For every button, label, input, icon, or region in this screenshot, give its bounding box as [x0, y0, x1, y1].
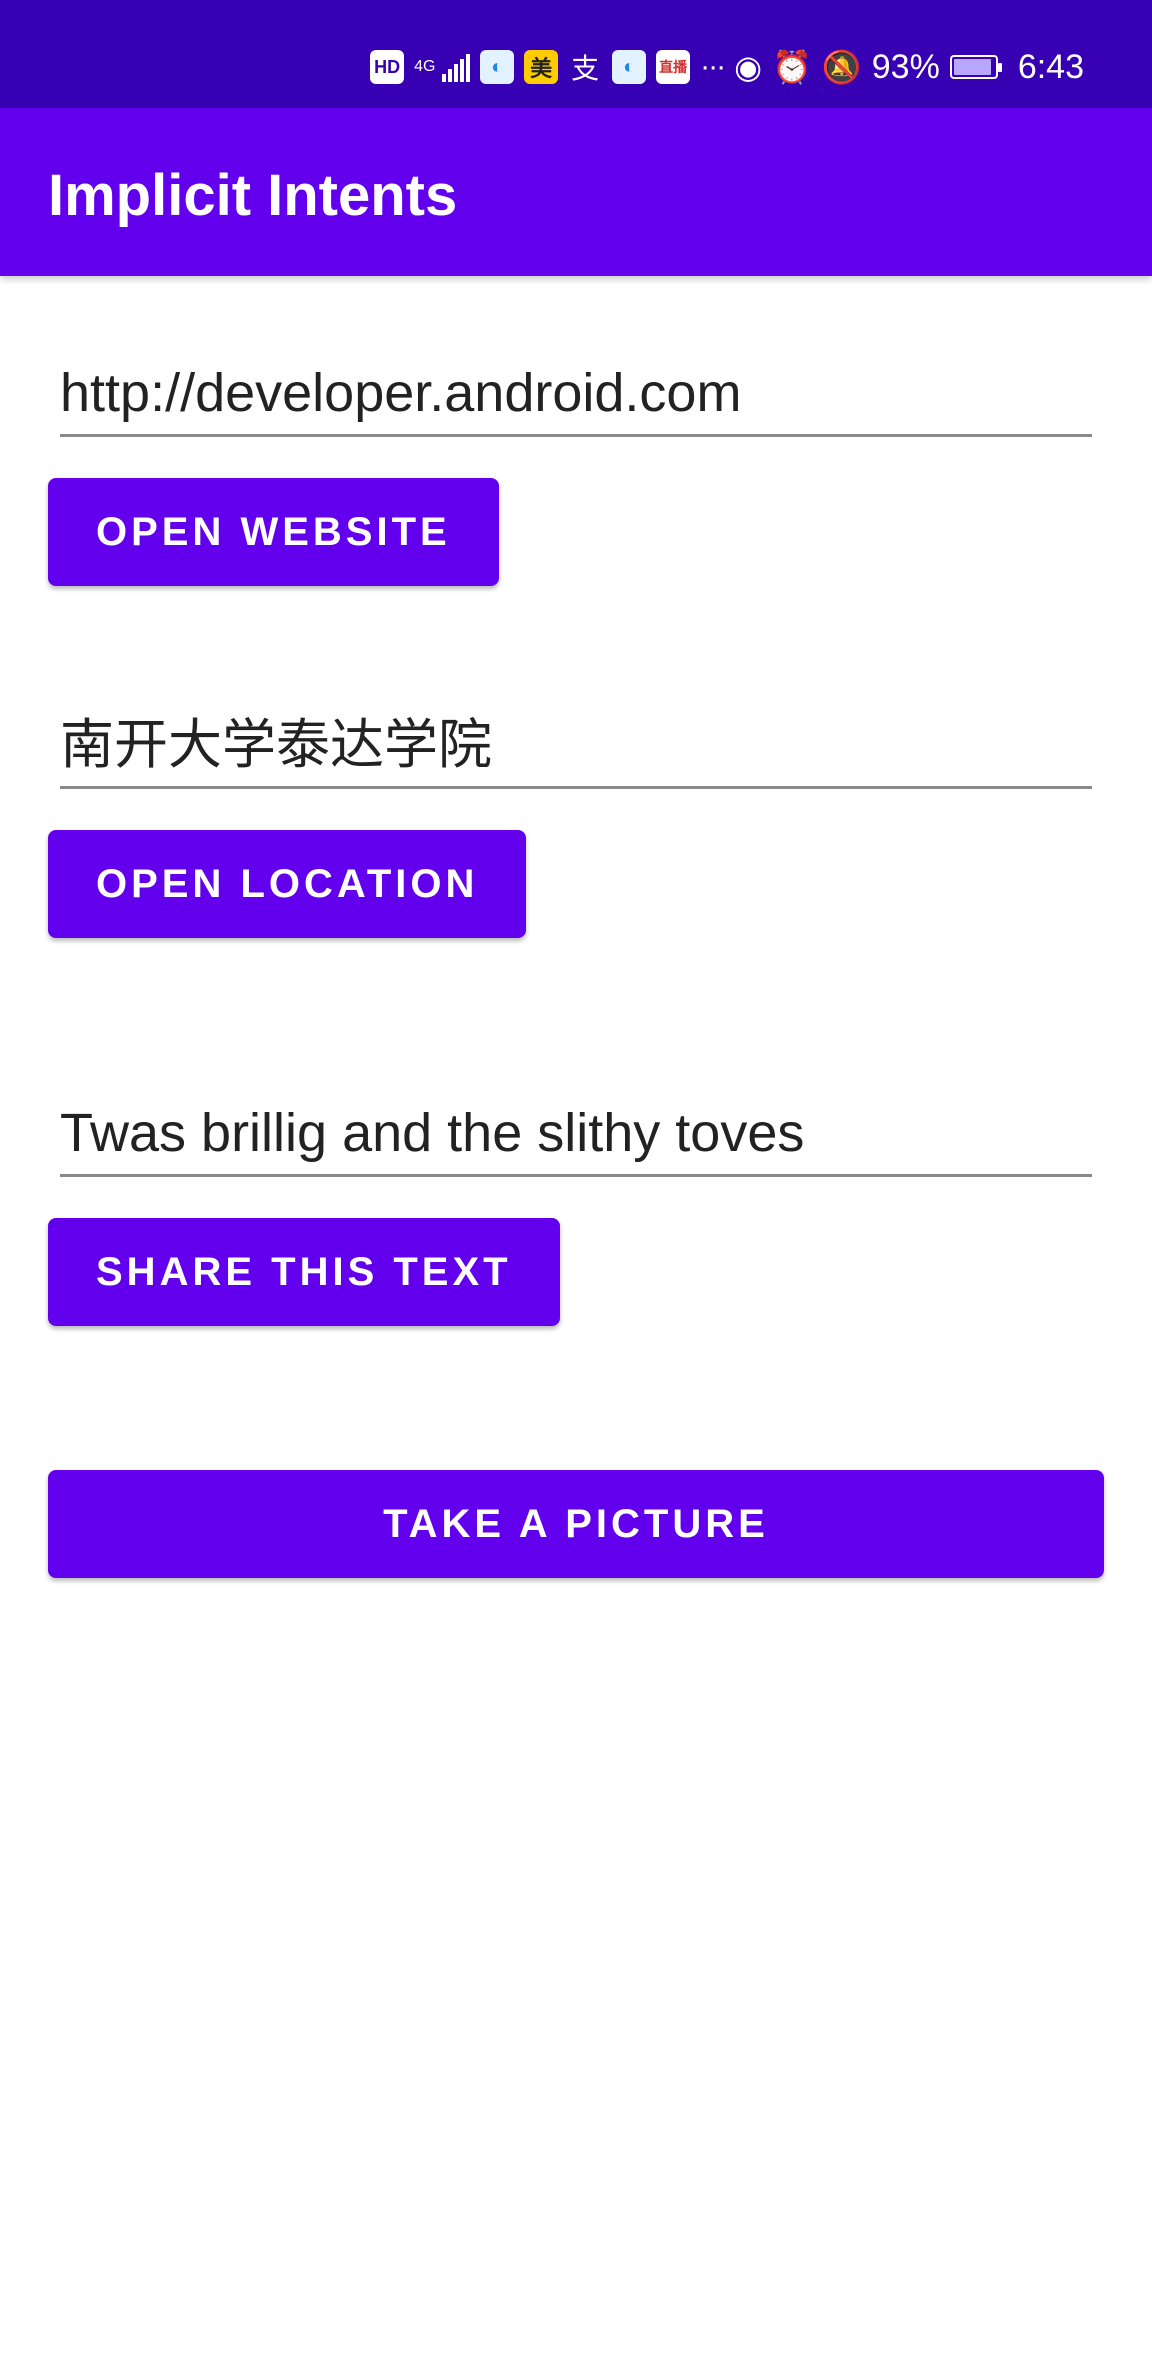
website-input[interactable] [60, 358, 1092, 428]
battery-icon [949, 55, 1002, 79]
signal-strength-icon [442, 52, 471, 82]
silent-bell-icon: 🔕 [821, 49, 862, 85]
status-time: 6:43 [1017, 47, 1084, 86]
take-picture-button[interactable]: TAKE A PICTURE [48, 1470, 1104, 1578]
status-icons: HD 4G ◐ 美 支 ◐ 直播 ··· ◉ ⏰ 🔕 93% 6:43 [370, 42, 1084, 92]
meituan-app-notification-icon: 美 [524, 50, 559, 84]
more-notifications-icon: ··· [700, 50, 726, 83]
network-type-icon: 4G [414, 58, 436, 75]
app-title: Implicit Intents [48, 163, 458, 228]
share-text-field[interactable] [60, 1098, 1092, 1177]
location-field[interactable] [60, 710, 1092, 789]
browser-app-notification-icon-2: ◐ [612, 50, 647, 84]
website-field[interactable] [60, 358, 1092, 437]
status-bar: HD 4G ◐ 美 支 ◐ 直播 ··· ◉ ⏰ 🔕 93% 6:43 [0, 0, 1152, 108]
share-text-input[interactable] [60, 1098, 1092, 1168]
share-text-button[interactable]: SHARE THIS TEXT [48, 1218, 560, 1326]
open-location-button[interactable]: OPEN LOCATION [48, 830, 527, 938]
alipay-app-notification-icon: 支 [571, 53, 600, 84]
eye-comfort-icon: ◉ [734, 49, 763, 85]
open-website-button[interactable]: OPEN WEBSITE [48, 478, 499, 586]
battery-level-fill [953, 59, 991, 75]
live-app-notification-icon: 直播 [656, 50, 691, 84]
alarm-icon: ⏰ [772, 49, 812, 85]
battery-percent: 93% [871, 47, 940, 86]
location-input[interactable] [60, 710, 1092, 780]
browser-app-notification-icon: ◐ [480, 50, 515, 84]
hd-icon: HD [370, 50, 405, 84]
app-bar: Implicit Intents [0, 108, 1152, 276]
